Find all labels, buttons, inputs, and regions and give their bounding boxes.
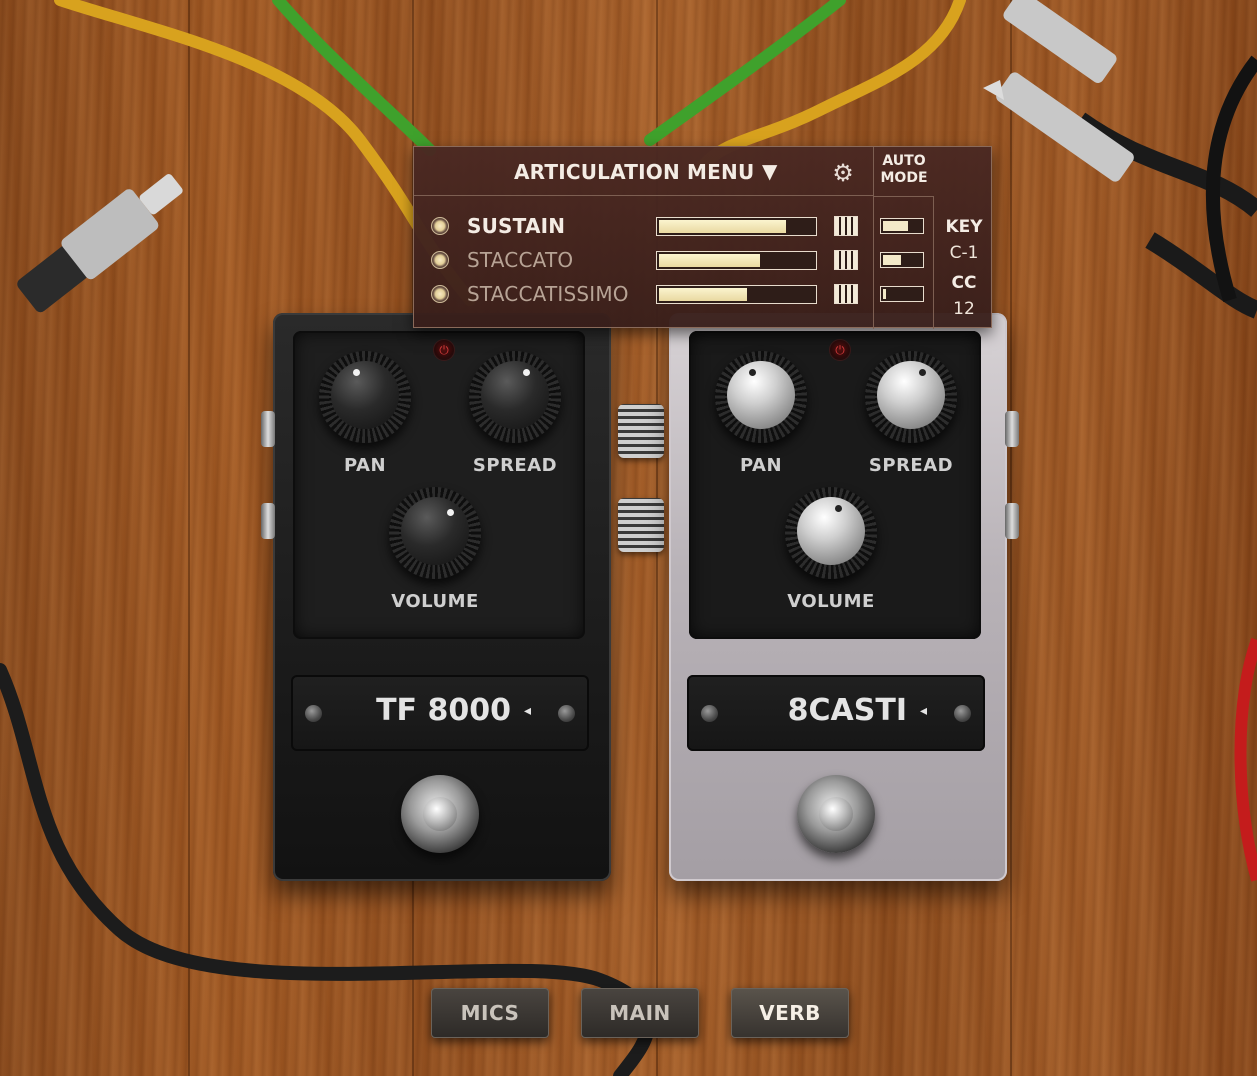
tab-verb[interactable]: VERB [731, 988, 849, 1038]
spread-knob[interactable] [469, 351, 561, 443]
articulation-radio[interactable] [431, 251, 449, 269]
pedal-coupler [618, 498, 664, 552]
auto-mode-threshold-slider[interactable] [880, 252, 924, 268]
volume-knob[interactable] [785, 487, 877, 579]
cc-title: CC [951, 273, 977, 293]
articulation-label[interactable]: STACCATISSIMO [467, 282, 629, 306]
auto-mode-label: MODE [880, 170, 928, 186]
power-icon[interactable]: ⏻ [433, 339, 455, 361]
articulation-volume-slider[interactable] [656, 285, 817, 304]
articulation-radio[interactable] [431, 285, 449, 303]
screw [305, 705, 322, 722]
instrument-stage: ⏻ PAN SPREAD VOLUME TF 8000 ◂ ⏻ PAN SPRE… [0, 0, 1257, 1076]
articulation-menu-header[interactable]: ARTICULATION MENU ▼ ⚙ [414, 147, 873, 196]
pedal-name: 8CASTI [787, 693, 907, 728]
slider-fill [883, 289, 887, 299]
caret-down-icon[interactable]: ▼ [762, 159, 777, 183]
volume-knob[interactable] [389, 487, 481, 579]
divider [933, 196, 934, 329]
volume-label: VOLUME [391, 591, 479, 612]
slider-fill [659, 288, 748, 301]
screw [954, 705, 971, 722]
pedal-tf8000: ⏻ PAN SPREAD VOLUME TF 8000 ◂ [261, 313, 611, 881]
articulation-menu: ARTICULATION MENU ▼ ⚙ AUTO MODE SUSTAIN S… [413, 146, 993, 329]
pedal-name: TF 8000 [376, 693, 511, 728]
screw [701, 705, 718, 722]
articulation-radio[interactable] [431, 217, 449, 235]
keyboard-icon[interactable] [834, 284, 858, 304]
slider-fill [883, 221, 908, 231]
cc-value[interactable]: 12 [935, 299, 993, 319]
pedal-face: ⏻ PAN SPREAD VOLUME [293, 331, 585, 639]
pedal-coupler [618, 404, 664, 458]
spread-label: SPREAD [868, 455, 954, 476]
articulation-label[interactable]: SUSTAIN [467, 214, 565, 238]
power-icon[interactable]: ⏻ [829, 339, 851, 361]
pedal-face: ⏻ PAN SPREAD VOLUME [689, 331, 981, 639]
tab-main[interactable]: MAIN [581, 988, 699, 1038]
auto-mode-threshold-slider[interactable] [880, 286, 924, 302]
articulation-label[interactable]: STACCATO [467, 248, 573, 272]
footswitch[interactable] [401, 775, 479, 853]
articulation-row[interactable]: SUSTAIN [414, 211, 873, 241]
preset-selector[interactable]: TF 8000 ◂ [291, 675, 589, 751]
side-jack [1005, 503, 1019, 539]
auto-mode-button[interactable]: AUTO MODE [876, 153, 932, 187]
caret-left-icon: ◂ [523, 703, 531, 719]
keyboard-icon[interactable] [834, 216, 858, 236]
pan-knob[interactable] [319, 351, 411, 443]
divider [873, 196, 933, 197]
key-value[interactable]: C-1 [935, 243, 993, 263]
side-jack [1005, 411, 1019, 447]
articulation-volume-slider[interactable] [656, 217, 817, 236]
volume-label: VOLUME [787, 591, 875, 612]
spread-knob[interactable] [865, 351, 957, 443]
footswitch[interactable] [797, 775, 875, 853]
side-jack [261, 503, 275, 539]
auto-mode-label: AUTO [882, 153, 926, 169]
divider [873, 147, 874, 329]
auto-mode-threshold-slider[interactable] [880, 218, 924, 234]
slider-fill [659, 254, 760, 267]
tab-mics[interactable]: MICS [431, 988, 549, 1038]
pan-label: PAN [343, 455, 387, 476]
gears-icon[interactable]: ⚙ [829, 159, 857, 187]
slider-fill [883, 255, 901, 265]
pan-knob[interactable] [715, 351, 807, 443]
key-title: KEY [945, 217, 983, 237]
pan-label: PAN [739, 455, 783, 476]
keyboard-icon[interactable] [834, 250, 858, 270]
spread-label: SPREAD [472, 455, 558, 476]
caret-left-icon: ◂ [919, 703, 927, 719]
articulation-volume-slider[interactable] [656, 251, 817, 270]
screw [558, 705, 575, 722]
articulation-row[interactable]: STACCATO [414, 245, 873, 275]
preset-selector[interactable]: 8CASTI ◂ [687, 675, 985, 751]
articulation-menu-title[interactable]: ARTICULATION MENU [514, 160, 754, 184]
side-jack [261, 411, 275, 447]
articulation-row[interactable]: STACCATISSIMO [414, 279, 873, 309]
pedal-8casti: ⏻ PAN SPREAD VOLUME 8CASTI ◂ [669, 313, 1019, 881]
slider-fill [659, 220, 787, 233]
